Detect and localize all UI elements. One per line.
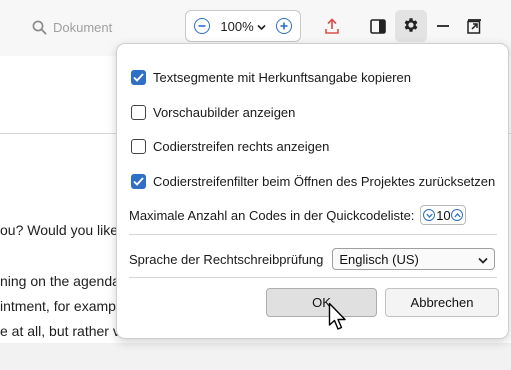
document-footer-band [0,343,511,370]
checkbox[interactable] [131,139,146,154]
checkbox[interactable] [131,70,146,85]
document-text-line: ou? Would you like [0,222,119,238]
option-label: Textsegmente mit Herkunftsangabe kopiere… [153,70,411,85]
document-text-line: e at all, but rather v [0,323,120,339]
search-icon [32,20,47,35]
search-placeholder: Dokument [53,19,113,35]
spellcheck-value: Englisch (US) [339,251,419,267]
spellcheck-setting: Sprache der Rechtschreibprüfung Englisch… [129,248,496,270]
divider [129,277,497,278]
chevron-down-icon [257,19,266,34]
zoom-dropdown[interactable]: 100% [220,18,266,34]
undock-icon[interactable] [462,14,486,38]
option-label: Codierstreifenfilter beim Öffnen des Pro… [153,174,496,189]
cancel-button[interactable]: Abbrechen [385,288,499,317]
ok-button[interactable]: OK [266,288,377,317]
chevron-down-icon[interactable] [423,209,436,221]
spellcheck-label: Sprache der Rechtschreibprüfung [129,251,324,267]
settings-button[interactable] [395,10,427,42]
minimize-icon[interactable] [431,14,455,38]
option-label: Codierstreifen rechts anzeigen [153,139,330,154]
chevron-down-icon [478,252,488,267]
checkbox[interactable] [131,105,146,120]
quickcode-label: Maximale Anzahl an Codes in der Quickcod… [129,207,415,223]
zoom-control: 100% [185,10,301,42]
document-text-line: intment, for examp [0,298,116,314]
search-field[interactable]: Dokument [32,17,112,37]
quickcode-value: 10 [436,207,451,223]
document-text-line: ning on the agenda [0,273,120,289]
quickcode-stepper[interactable]: 10 [420,205,467,225]
option-show-thumbnails[interactable]: Vorschaubilder anzeigen [131,105,295,120]
export-icon[interactable] [320,14,344,38]
settings-popup: Textsegmente mit Herkunftsangabe kopiere… [116,43,509,339]
mouse-cursor-icon [328,302,348,335]
option-copy-with-source[interactable]: Textsegmente mit Herkunftsangabe kopiere… [131,70,411,85]
zoom-in-icon[interactable] [276,18,292,34]
divider [129,234,497,235]
chevron-up-icon[interactable] [451,209,464,221]
option-label: Vorschaubilder anzeigen [153,105,296,120]
zoom-out-icon[interactable] [194,18,210,34]
spellcheck-language-select[interactable]: Englisch (US) [332,248,496,270]
option-reset-stripe-filter[interactable]: Codierstreifenfilter beim Öffnen des Pro… [131,174,495,189]
checkbox[interactable] [131,174,146,189]
gear-icon [402,16,420,37]
quickcode-setting: Maximale Anzahl an Codes in der Quickcod… [129,205,467,225]
zoom-value: 100% [220,18,254,34]
option-coding-stripes-right[interactable]: Codierstreifen rechts anzeigen [131,139,329,154]
panel-toggle-icon[interactable] [366,14,390,38]
